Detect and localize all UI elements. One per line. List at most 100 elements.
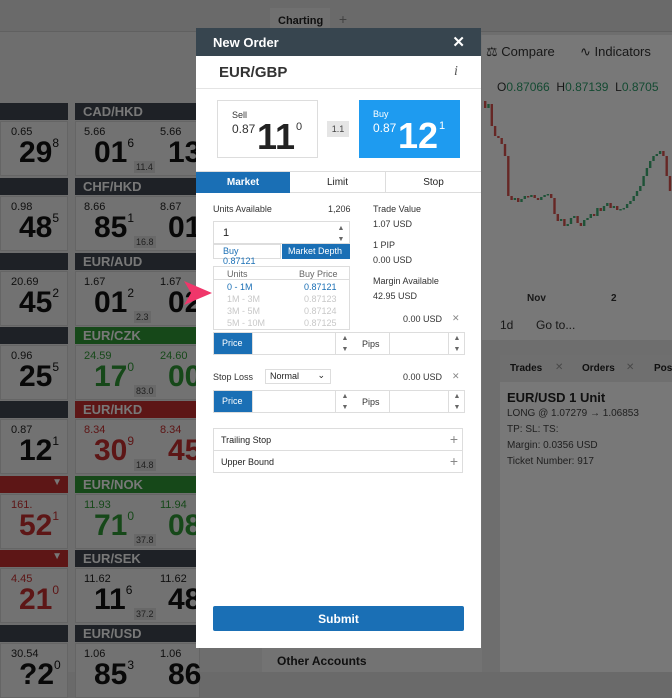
units-stepper[interactable]: ▲ ▼ <box>334 223 348 245</box>
tile-header[interactable]: ▼ <box>0 476 68 493</box>
tile-header[interactable]: CHF/HKD <box>75 178 200 195</box>
depth-row[interactable]: 0 - 1M 0.87121 <box>214 282 349 294</box>
candle <box>668 176 672 191</box>
sell-big: 210 <box>19 583 60 616</box>
tab-trades[interactable]: Trades <box>510 363 542 374</box>
take-profit-pips-label: Pips <box>362 339 380 349</box>
stop-loss-clear-icon[interactable]: ✕ <box>452 371 460 382</box>
interval-1d[interactable]: 1d <box>500 318 513 332</box>
close-orders-icon[interactable]: ✕ <box>626 362 634 373</box>
tile-header[interactable] <box>0 625 68 642</box>
close-icon[interactable]: ✕ <box>452 33 465 51</box>
rate-tile[interactable]: 1.06 853 1.06 86 <box>75 643 201 698</box>
stop-loss-pips-input[interactable] <box>389 390 449 413</box>
tile-header[interactable] <box>0 327 68 344</box>
stop-loss-type-select[interactable]: Normal ⌄ <box>265 369 331 384</box>
sell-big: 521 <box>19 509 60 542</box>
stop-loss-price-input[interactable] <box>252 390 336 413</box>
trade-line: Ticket Number: 917 <box>507 456 594 467</box>
rate-tile[interactable]: 8.34 309 14.8 8.34 45 <box>75 419 201 474</box>
goto-button[interactable]: Go to... <box>536 318 575 332</box>
take-profit-clear-icon[interactable]: ✕ <box>452 313 460 324</box>
rate-tile[interactable]: 11.93 710 37.8 11.94 08 <box>75 494 201 549</box>
take-profit-pips-stepper[interactable]: ▲ ▼ <box>450 333 464 355</box>
candle <box>520 199 523 202</box>
take-profit-pips-input[interactable] <box>389 332 449 355</box>
tab-limit[interactable]: Limit <box>290 172 386 193</box>
rate-tile[interactable]: 5.66 016 11.4 5.66 13 <box>75 121 201 176</box>
candle <box>589 214 592 218</box>
rate-tile[interactable]: 8.66 851 16.8 8.67 01 <box>75 196 201 251</box>
candle <box>625 204 629 208</box>
take-profit-price-mode[interactable]: Price <box>214 333 252 354</box>
candle <box>639 186 642 191</box>
buy-price-link[interactable]: Buy 0.87121 <box>213 244 281 266</box>
new-order-dialog: New Order ✕ EUR/GBP i Sell 0.87 11 0 1.1… <box>196 28 481 648</box>
pointer-arrow-icon <box>184 281 212 305</box>
tab-market[interactable]: Market <box>196 172 290 193</box>
tile-header[interactable]: EUR/NOK <box>75 476 200 493</box>
tile-header[interactable]: EUR/SEK <box>75 550 200 567</box>
tile-header[interactable] <box>0 253 68 270</box>
dropdown-icon[interactable]: ▼ <box>52 477 62 488</box>
rate-tile[interactable]: 0.65 298 <box>0 121 68 176</box>
candle <box>569 218 573 224</box>
tile-header[interactable]: ▼ <box>0 550 68 567</box>
tile-header[interactable] <box>0 178 68 195</box>
spread: 37.8 <box>134 534 156 546</box>
trailing-stop-row[interactable]: Trailing Stop + <box>213 428 463 451</box>
dropdown-icon[interactable]: ▼ <box>52 551 62 562</box>
trade-item[interactable]: EUR/USD 1 Unit LONG @ 1.07279 → 1.06853 … <box>507 390 639 470</box>
candle <box>649 161 652 168</box>
rate-tile[interactable]: 0.96 255 <box>0 345 68 400</box>
dialog-title: New Order <box>213 35 279 50</box>
tab-stop[interactable]: Stop <box>386 172 481 193</box>
h-label: H <box>556 80 566 94</box>
tile-header[interactable] <box>0 401 68 418</box>
rate-tile[interactable]: 0.87 121 <box>0 419 68 474</box>
take-profit-price-input[interactable] <box>252 332 336 355</box>
tile-header[interactable]: EUR/AUD <box>75 253 200 270</box>
stop-loss-pips-stepper[interactable]: ▲ ▼ <box>450 391 464 413</box>
market-depth-button[interactable]: Market Depth <box>282 244 350 259</box>
indicators-button[interactable]: ∿ Indicators <box>580 44 651 60</box>
tab-orders[interactable]: Orders <box>582 363 615 374</box>
candlestick-chart[interactable] <box>482 96 672 286</box>
sell-button[interactable]: Sell 0.87 11 0 <box>217 100 318 158</box>
candle <box>573 216 576 218</box>
rate-tile[interactable]: 4.45 210 <box>0 568 68 623</box>
rate-tile[interactable]: 161. 521 <box>0 494 68 549</box>
candle <box>526 196 530 198</box>
tile-header[interactable]: EUR/USD <box>75 625 200 642</box>
tile-header[interactable]: EUR/CZK <box>75 327 200 344</box>
tile-header[interactable] <box>0 103 68 120</box>
info-icon[interactable]: i <box>454 64 458 80</box>
depth-row[interactable]: 1M - 3M 0.87123 <box>214 294 349 306</box>
trade-value-label: Trade Value <box>373 204 422 214</box>
stop-loss-price-stepper[interactable]: ▲ ▼ <box>338 391 352 413</box>
rate-tile[interactable]: 20.69 452 <box>0 271 68 326</box>
depth-row[interactable]: 3M - 5M 0.87124 <box>214 306 349 318</box>
pip-value: 0.00 USD <box>373 255 413 265</box>
other-accounts[interactable]: Other Accounts <box>277 654 367 668</box>
candle <box>602 206 606 211</box>
depth-units: 3M - 5M <box>227 306 261 316</box>
compare-button[interactable]: ⚖ Compare <box>486 44 555 60</box>
close-trades-icon[interactable]: ✕ <box>555 362 563 373</box>
depth-row[interactable]: 5M - 10M 0.87125 <box>214 318 349 330</box>
take-profit-price-stepper[interactable]: ▲ ▼ <box>338 333 352 355</box>
rate-tile[interactable]: 24.59 170 83.0 24.60 00 <box>75 345 201 400</box>
tab-positions[interactable]: Pos <box>654 363 672 374</box>
candle <box>619 209 622 211</box>
submit-button[interactable]: Submit <box>213 606 464 631</box>
margin-label: Margin Available <box>373 276 439 286</box>
upper-bound-row[interactable]: Upper Bound + <box>213 450 463 473</box>
stop-loss-price-mode[interactable]: Price <box>214 391 252 412</box>
buy-button[interactable]: Buy 0.87 12 1 <box>359 100 460 158</box>
rate-tile[interactable]: 0.98 485 <box>0 196 68 251</box>
rate-tile[interactable]: 30.54 ?20 <box>0 643 68 698</box>
tile-header[interactable]: CAD/HKD <box>75 103 200 120</box>
units-input[interactable]: 1 <box>213 221 350 244</box>
tile-header[interactable]: EUR/HKD <box>75 401 200 418</box>
rate-tile[interactable]: 11.62 116 37.2 11.62 48 <box>75 568 201 623</box>
